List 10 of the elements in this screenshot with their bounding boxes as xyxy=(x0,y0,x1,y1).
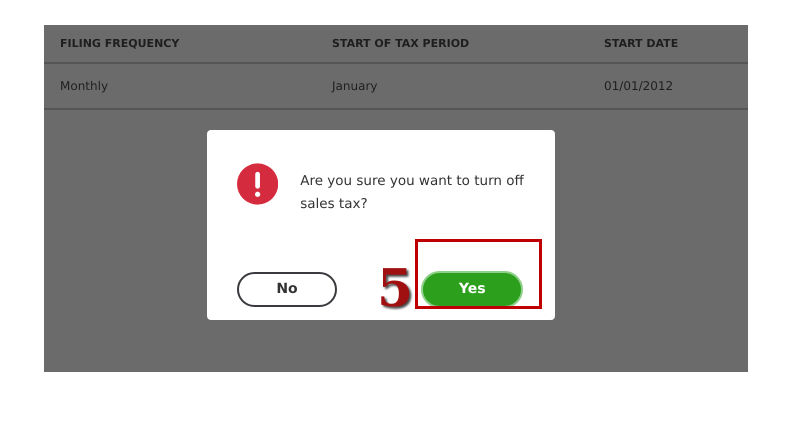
table-cell-text: 01/01/2012 xyxy=(603,79,674,93)
table-cell-text: January xyxy=(330,79,378,93)
no-button[interactable]: No xyxy=(237,272,337,306)
column-header: START OF TAX PERIOD xyxy=(331,37,470,50)
dialog-message: Are you sure you want to turn off sales tax? xyxy=(300,172,525,214)
table-cell-text: Monthly xyxy=(59,79,110,93)
column-header: START DATE xyxy=(603,37,680,50)
alert-icon xyxy=(237,162,278,206)
step-number: 5 xyxy=(377,263,414,315)
column-header: FILING FREQUENCY xyxy=(59,37,180,50)
